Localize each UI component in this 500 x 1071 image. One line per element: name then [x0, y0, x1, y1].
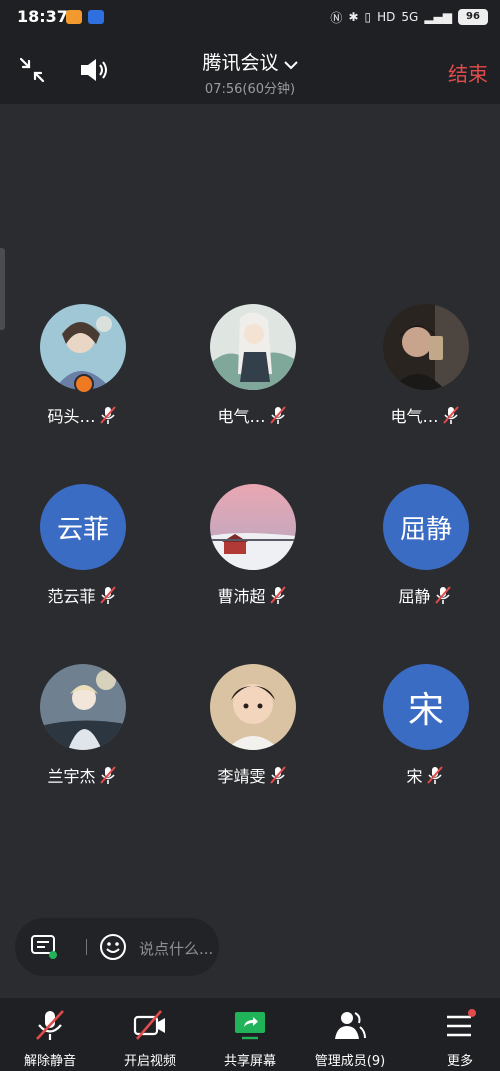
mic-muted-icon [99, 766, 116, 784]
vibrate-icon: ▯ [364, 10, 372, 24]
participant-name-row: 电气… [345, 403, 500, 427]
participant-name-row: 码头… [2, 403, 162, 427]
chat-placeholder[interactable]: 说点什么... [139, 938, 213, 959]
share-screen-icon [235, 1012, 265, 1040]
participant-name: 码头… [47, 407, 96, 426]
share-screen-label: 共享屏幕 [223, 1054, 276, 1069]
manage-members-label: 管理成员(9) [314, 1054, 386, 1069]
participant-tile[interactable]: 曹沛超 [172, 484, 332, 619]
participant-name-row: 范云菲 [2, 583, 162, 607]
chat-input-bar[interactable]: 说点什么... [15, 918, 219, 976]
meeting-title-button[interactable]: 腾讯会议 [0, 48, 500, 75]
participant-tile[interactable]: 兰宇杰 [2, 664, 162, 799]
mic-muted-icon [426, 766, 443, 784]
avatar: 屈静 [383, 484, 469, 570]
share-screen-button[interactable]: 共享屏幕 [200, 998, 300, 1071]
menu-icon [447, 1009, 476, 1037]
mic-muted-icon [269, 406, 286, 424]
mic-muted-icon [36, 1010, 64, 1040]
mic-muted-icon [269, 766, 286, 784]
avatar [40, 664, 126, 750]
app-notification-icon [66, 10, 82, 24]
network-label: 5G [401, 10, 419, 24]
signal-icon: ▂▄▆ [424, 10, 452, 24]
participant-name: 电气… [217, 407, 266, 426]
participant-name: 李靖雯 [217, 767, 266, 786]
participant-name: 宋 [406, 767, 423, 786]
manage-members-button[interactable]: 管理成员(9) [300, 998, 400, 1071]
mic-muted-icon [99, 406, 116, 424]
battery-icon: 96 [458, 9, 488, 25]
status-indicators: Ⓝ ✱ ▯ HD 5G ▂▄▆ 96 [330, 8, 488, 26]
chat-list-icon[interactable] [30, 934, 58, 960]
participant-tile[interactable]: 电气… [172, 304, 332, 439]
app-notification-icon [88, 10, 104, 24]
bottom-toolbar: 解除静音 开启视频 共享屏幕 管理成员(9) 更多 [0, 998, 500, 1071]
participant-name-row: 屈静 [345, 583, 500, 607]
meeting-top-bar: 腾讯会议 07:56(60分钟) 结束 [0, 34, 500, 104]
avatar: 云菲 [40, 484, 126, 570]
unmute-button[interactable]: 解除静音 [0, 998, 100, 1071]
members-icon [335, 1012, 366, 1039]
bluetooth-icon: ✱ [348, 10, 359, 24]
participant-name: 曹沛超 [217, 587, 266, 606]
avatar [383, 304, 469, 390]
participant-tile[interactable]: 云菲 范云菲 [2, 484, 162, 619]
participant-tile[interactable]: 电气… [345, 304, 500, 439]
host-badge-icon [74, 374, 94, 394]
participant-tile[interactable]: 码头… [2, 304, 162, 439]
nfc-icon: Ⓝ [330, 10, 343, 25]
mic-muted-icon [434, 586, 451, 604]
end-meeting-button[interactable]: 结束 [448, 58, 488, 87]
mic-muted-icon [99, 586, 116, 604]
avatar: 宋 [383, 664, 469, 750]
unmute-label: 解除静音 [23, 1054, 76, 1069]
participant-name: 兰宇杰 [47, 767, 96, 786]
mic-muted-icon [269, 586, 286, 604]
status-bar: 18:37 Ⓝ ✱ ▯ HD 5G ▂▄▆ 96 [0, 0, 500, 34]
participant-tile[interactable]: 宋 宋 [345, 664, 500, 799]
participant-name-row: 李靖雯 [172, 763, 332, 787]
start-video-button[interactable]: 开启视频 [100, 998, 200, 1071]
more-button[interactable]: 更多 [410, 998, 500, 1071]
video-off-icon [133, 1010, 165, 1040]
participant-tile[interactable]: 李靖雯 [172, 664, 332, 799]
participant-name: 电气… [390, 407, 439, 426]
participant-name-row: 曹沛超 [172, 583, 332, 607]
participant-name: 屈静 [398, 587, 431, 606]
participant-name-row: 宋 [345, 763, 500, 787]
avatar [210, 304, 296, 390]
status-time: 18:37 [17, 7, 68, 26]
more-label: 更多 [446, 1054, 473, 1069]
participant-name-row: 兰宇杰 [2, 763, 162, 787]
avatar [210, 484, 296, 570]
avatar [210, 664, 296, 750]
divider [86, 939, 87, 955]
participant-name-row: 电气… [172, 403, 332, 427]
participant-name: 范云菲 [47, 587, 96, 606]
chevron-down-icon [283, 60, 298, 69]
hd-icon: HD [377, 10, 396, 24]
meeting-title: 腾讯会议 [202, 52, 279, 74]
start-video-label: 开启视频 [123, 1054, 176, 1069]
mic-muted-icon [442, 406, 459, 424]
emoji-icon[interactable] [99, 933, 127, 961]
meeting-timer: 07:56(60分钟) [204, 82, 296, 97]
participant-tile[interactable]: 屈静 屈静 [345, 484, 500, 619]
